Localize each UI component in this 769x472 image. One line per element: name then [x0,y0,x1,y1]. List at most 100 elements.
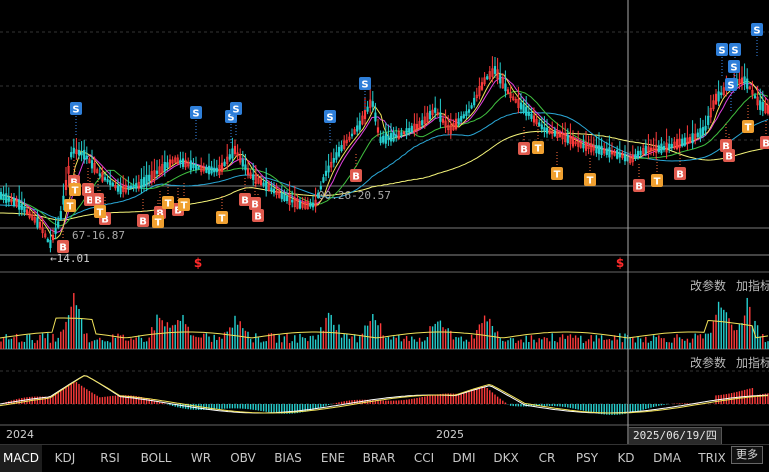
tab-dmi[interactable]: DMI [444,445,484,472]
volume-bar [702,338,703,349]
tab-cr[interactable]: CR [528,445,566,472]
volume-bar [544,337,545,349]
macd-bar [91,393,92,404]
low-price-marker: ←14.01 [50,252,90,265]
tab-brar[interactable]: BRAR [354,445,404,472]
volume-bar [697,335,698,349]
volume-bar [442,327,443,349]
signal-letter: B [251,200,259,211]
signal-letter: T [181,201,188,212]
volume-add-indicator-button[interactable]: 加指标 [736,277,769,294]
tab-boll[interactable]: BOLL [132,445,180,472]
signal-letter: B [94,196,102,207]
volume-bar [637,336,638,349]
macd-add-indicator-button[interactable]: 加指标 [736,354,769,371]
volume-bar [723,310,724,349]
candle-body [206,167,208,172]
tab-kd[interactable]: KD [608,445,644,472]
macd-line-1 [0,376,768,413]
volume-bar [117,334,118,349]
tab-wr[interactable]: WR [180,445,222,472]
candle-body [167,163,169,168]
volume-bar [24,342,25,349]
volume-bar [255,333,256,349]
indicator-tab-bar: MACDKDJRSIBOLLWROBVBIASENEBRARCCIDMIDKXC… [0,444,769,472]
volume-bar [422,342,423,349]
candle-body [393,132,395,141]
candle-body [684,138,686,146]
candle-body [208,166,210,174]
tab-ene[interactable]: ENE [312,445,354,472]
macd-bar [328,404,329,405]
signal-letter: B [635,182,643,193]
macd-bar [492,392,493,404]
tab-obv[interactable]: OBV [222,445,264,472]
candle-body [99,174,101,176]
candle-body [47,239,49,242]
macd-bar [520,404,521,406]
macd-bar [559,404,560,406]
tab-trix[interactable]: TRIX [690,445,734,472]
volume-bar [479,324,480,349]
candle-body [3,194,5,200]
candle-body [193,164,195,167]
tab-dkx[interactable]: DKX [484,445,528,472]
tab-psy[interactable]: PSY [566,445,608,472]
macd-bar [502,401,503,404]
candle-body [78,150,80,155]
volume-bar [302,337,303,349]
candle-body [328,166,330,172]
macd-bar [505,403,506,404]
candle-body [505,84,507,91]
candle-body [81,152,83,155]
macd-bar [107,396,108,404]
tab-macd[interactable]: MACD [0,445,42,472]
volume-bar [494,332,495,349]
volume-bar [565,339,566,349]
tab-rsi[interactable]: RSI [88,445,132,472]
volume-bar [635,342,636,349]
macd-bar [65,387,66,404]
macd-modify-params-button[interactable]: 改参数 [690,354,726,371]
macd-bar [645,404,646,409]
signal-letter: T [745,123,752,134]
macd-bar [682,403,683,404]
candle-body [645,146,647,154]
volume-bar [502,341,503,349]
volume-modify-params-button[interactable]: 改参数 [690,277,726,294]
candle-body [50,240,52,247]
volume-bar [440,321,441,349]
tab-kdj[interactable]: KDJ [42,445,88,472]
volume-bar [357,342,358,349]
volume-bar [658,335,659,349]
candle-body [440,113,442,122]
macd-bar [195,404,196,410]
macd-bar [549,404,550,406]
tab-bias[interactable]: BIAS [264,445,312,472]
macd-bar [481,387,482,404]
macd-bar [60,390,61,404]
volume-bar [630,337,631,349]
volume-bar [130,338,131,349]
macd-bar [380,400,381,404]
macd-bar [562,404,563,407]
volume-bar [110,342,111,349]
macd-bar [471,390,472,404]
macd-bar [341,402,342,404]
macd-bar [580,404,581,410]
macd-bar [266,404,267,412]
candle-body [18,200,20,210]
candle-body [104,178,106,180]
volume-bar [541,339,542,349]
candle-body [195,164,197,169]
volume-bar [279,335,280,349]
candle-body [271,188,273,191]
more-indicators-button[interactable]: 更多 [731,446,763,464]
volume-bar [91,341,92,349]
volume-bar [692,339,693,349]
tab-cci[interactable]: CCI [404,445,444,472]
volume-bar [539,338,540,349]
tab-dma[interactable]: DMA [644,445,690,472]
volume-bar [468,342,469,349]
volume-bar [344,334,345,349]
